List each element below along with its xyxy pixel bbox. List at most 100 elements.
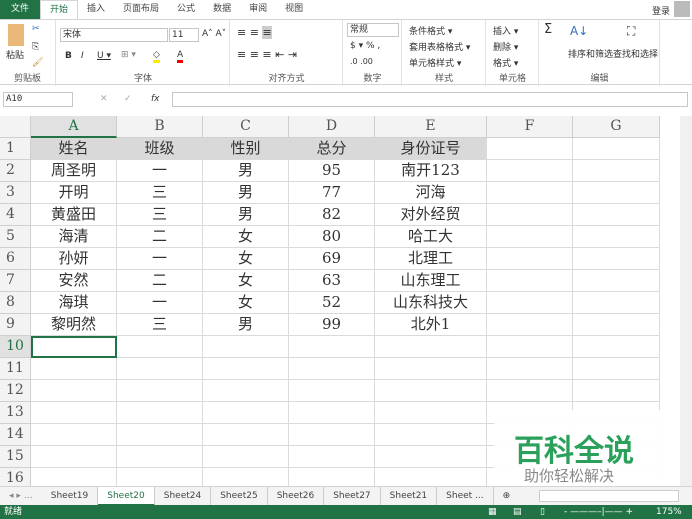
cell[interactable]	[203, 358, 289, 380]
cell[interactable]	[31, 380, 117, 402]
row-header-9[interactable]: 9	[0, 314, 31, 336]
data-cell[interactable]: 黎明然	[31, 314, 117, 336]
cell[interactable]	[375, 402, 487, 424]
name-box[interactable]: A10	[3, 92, 73, 107]
font-color-icon[interactable]: A	[177, 50, 184, 63]
tab-file[interactable]: 文件	[0, 0, 40, 19]
borders-icon[interactable]: ⊞ ▾	[121, 50, 136, 60]
cell-style-button[interactable]: 单元格样式 ▾	[409, 56, 461, 69]
data-cell[interactable]: 海琪	[31, 292, 117, 314]
sheet-tab[interactable]: Sheet ...	[437, 486, 494, 506]
row-header-1[interactable]: 1	[0, 138, 31, 160]
cell[interactable]	[573, 314, 660, 336]
data-cell[interactable]: 黄盛田	[31, 204, 117, 226]
tab-review[interactable]: 审阅	[240, 0, 276, 19]
insert-function-button[interactable]: fx	[151, 94, 160, 104]
data-cell[interactable]: 孙妍	[31, 248, 117, 270]
horizontal-scrollbar[interactable]	[539, 490, 680, 502]
data-cell[interactable]: 一	[117, 248, 203, 270]
data-cell[interactable]: 二	[117, 270, 203, 292]
cell[interactable]	[203, 380, 289, 402]
data-cell[interactable]: 82	[289, 204, 375, 226]
cell[interactable]	[487, 270, 573, 292]
cell[interactable]	[487, 226, 573, 248]
cell[interactable]	[573, 270, 660, 292]
format-painter-icon[interactable]: 🖌	[32, 58, 43, 68]
cell[interactable]	[117, 424, 203, 446]
sheet-tab[interactable]: Sheet25	[211, 486, 268, 506]
cell[interactable]	[573, 380, 660, 402]
data-cell[interactable]: 三	[117, 314, 203, 336]
cell[interactable]	[203, 402, 289, 424]
cell[interactable]	[289, 424, 375, 446]
cell[interactable]	[487, 380, 573, 402]
login-link[interactable]: 登录	[652, 4, 670, 17]
zoom-slider[interactable]: - ———–|—— +	[564, 505, 633, 519]
sort-icon[interactable]: A↓	[570, 24, 588, 38]
cell[interactable]	[573, 182, 660, 204]
cell[interactable]	[203, 424, 289, 446]
data-cell[interactable]: 一	[117, 292, 203, 314]
paste-icon[interactable]	[8, 24, 24, 46]
cell[interactable]	[573, 336, 660, 358]
row-header-14[interactable]: 14	[0, 424, 31, 446]
tab-formulas[interactable]: 公式	[168, 0, 204, 19]
cell[interactable]	[573, 358, 660, 380]
cell[interactable]	[117, 336, 203, 358]
cell[interactable]	[289, 358, 375, 380]
conditional-format-button[interactable]: 条件格式 ▾	[409, 24, 452, 37]
data-cell[interactable]: 男	[203, 204, 289, 226]
data-cell[interactable]: 周圣明	[31, 160, 117, 182]
data-cell[interactable]: 69	[289, 248, 375, 270]
cell[interactable]	[375, 358, 487, 380]
data-cell[interactable]: 女	[203, 226, 289, 248]
column-title-cell[interactable]: 身份证号	[375, 138, 487, 160]
sheet-tab[interactable]: Sheet24	[155, 486, 212, 506]
column-header-F[interactable]: F	[487, 116, 573, 138]
cancel-icon[interactable]: ✕	[100, 94, 108, 104]
enter-icon[interactable]: ✓	[124, 94, 132, 104]
paste-button[interactable]: 粘贴	[6, 48, 24, 61]
cell[interactable]	[487, 160, 573, 182]
cell[interactable]	[573, 138, 660, 160]
font-size-select[interactable]: 11	[169, 28, 199, 42]
row-header-12[interactable]: 12	[0, 380, 31, 402]
vertical-scrollbar[interactable]	[680, 116, 692, 486]
row-header-6[interactable]: 6	[0, 248, 31, 270]
cell[interactable]	[203, 446, 289, 468]
format-cells-button[interactable]: 格式 ▾	[493, 56, 518, 69]
data-cell[interactable]: 三	[117, 182, 203, 204]
cell[interactable]	[289, 402, 375, 424]
cell[interactable]	[487, 314, 573, 336]
cell[interactable]	[117, 446, 203, 468]
data-cell[interactable]: 女	[203, 292, 289, 314]
row-header-5[interactable]: 5	[0, 226, 31, 248]
column-title-cell[interactable]: 班级	[117, 138, 203, 160]
row-header-8[interactable]: 8	[0, 292, 31, 314]
cell[interactable]	[117, 358, 203, 380]
cell[interactable]	[487, 204, 573, 226]
tab-home[interactable]: 开始	[40, 0, 79, 19]
view-normal-icon[interactable]: ▦	[488, 505, 497, 519]
row-header-11[interactable]: 11	[0, 358, 31, 380]
cell[interactable]	[573, 226, 660, 248]
data-cell[interactable]: 63	[289, 270, 375, 292]
table-format-button[interactable]: 套用表格格式 ▾	[409, 40, 470, 53]
data-cell[interactable]: 95	[289, 160, 375, 182]
cell[interactable]	[203, 336, 289, 358]
cell[interactable]	[573, 292, 660, 314]
tab-page-layout[interactable]: 页面布局	[114, 0, 168, 19]
cell[interactable]	[375, 380, 487, 402]
column-header-C[interactable]: C	[203, 116, 289, 138]
data-cell[interactable]: 女	[203, 270, 289, 292]
row-header-2[interactable]: 2	[0, 160, 31, 182]
data-cell[interactable]: 北外1	[375, 314, 487, 336]
sort-filter-button[interactable]: 排序和筛选	[568, 47, 613, 60]
tab-data[interactable]: 数据	[204, 0, 240, 19]
cell[interactable]	[487, 358, 573, 380]
cell[interactable]	[31, 424, 117, 446]
cell[interactable]	[487, 182, 573, 204]
cell[interactable]	[573, 248, 660, 270]
data-cell[interactable]: 男	[203, 182, 289, 204]
number-format-select[interactable]: 常规	[347, 23, 399, 37]
